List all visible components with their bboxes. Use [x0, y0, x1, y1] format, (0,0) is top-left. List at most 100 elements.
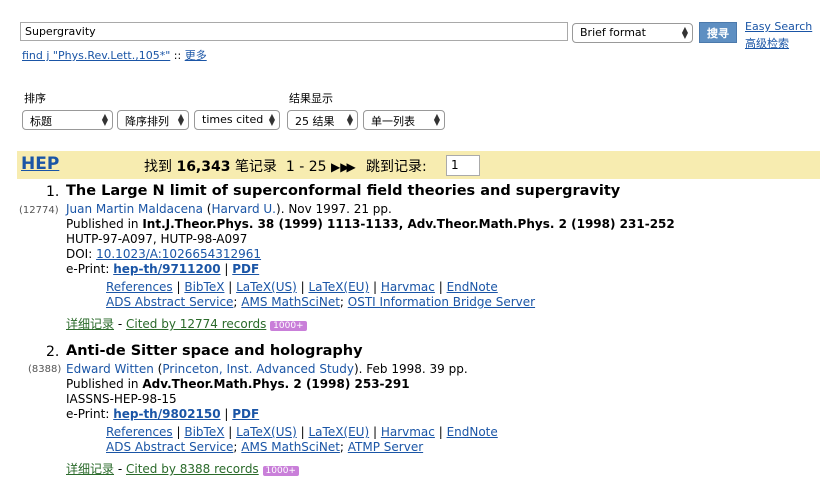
results-total: 16,343: [176, 159, 231, 175]
eprint-link[interactable]: hep-th/9711200: [113, 262, 220, 276]
eprint-line: e-Print: hep-th/9802150 | PDF: [66, 407, 260, 421]
record-number: 1.: [46, 184, 60, 200]
affiliation-link[interactable]: Princeton, Inst. Advanced Study: [162, 362, 354, 376]
eprint-line: e-Print: hep-th/9711200 | PDF: [66, 262, 260, 276]
results-range: 1 - 25: [285, 159, 327, 175]
select-arrows-icon: ▲ ▼: [681, 25, 688, 40]
rank-select[interactable]: times cited ▲ ▼: [194, 110, 280, 130]
published-line: Published in Int.J.Theor.Phys. 38 (1999)…: [66, 217, 675, 231]
select-arrows-icon: ▲ ▼: [177, 112, 184, 127]
select-arrows-icon: ▲ ▼: [433, 112, 440, 127]
eprint-link[interactable]: hep-th/9802150: [113, 407, 220, 421]
references-link[interactable]: References: [106, 280, 173, 294]
eprint-label: e-Print:: [66, 407, 114, 421]
citation-count: (8388): [28, 364, 62, 375]
select-arrows-icon: ▲ ▼: [268, 112, 275, 127]
external-links: ADS Abstract Service; AMS MathSciNet; OS…: [106, 295, 536, 309]
record-footer: 详细记录 - Cited by 12774 records 1000+: [66, 315, 307, 332]
published-value: Adv.Theor.Math.Phys. 2 (1998) 253-291: [142, 377, 410, 391]
record-title: Anti-de Sitter space and holography: [66, 343, 363, 359]
sort-order-select[interactable]: 降序排列 ▲ ▼: [117, 110, 189, 130]
latex-eu-link[interactable]: LaTeX(EU): [308, 425, 369, 439]
cited-by-link[interactable]: Cited by 8388 records: [126, 462, 259, 476]
harvmac-link[interactable]: Harvmac: [381, 425, 435, 439]
ads-link[interactable]: ADS Abstract Service: [106, 440, 233, 454]
citation-badge: 1000+: [270, 321, 307, 331]
record-author-line: Juan Martin Maldacena (Harvard U.). Nov …: [66, 202, 392, 216]
doi-label: DOI:: [66, 247, 97, 261]
more-link[interactable]: 更多: [185, 49, 207, 62]
query-line: find j "Phys.Rev.Lett.,105*" :: 更多: [22, 47, 207, 63]
query-separator: ::: [173, 49, 182, 62]
doi-link[interactable]: 10.1023/A:1026654312961: [96, 247, 261, 261]
format-select-value: Brief format: [580, 26, 646, 39]
search-input[interactable]: Supergravity: [20, 22, 568, 41]
published-prefix: Published in: [66, 377, 143, 391]
jump-input[interactable]: 1: [446, 155, 480, 176]
advanced-search-link[interactable]: 高级检索: [745, 35, 789, 51]
affiliation-link[interactable]: Harvard U.: [211, 202, 276, 216]
endnote-link[interactable]: EndNote: [447, 425, 498, 439]
pdf-link[interactable]: PDF: [232, 407, 259, 421]
harvmac-link[interactable]: Harvmac: [381, 280, 435, 294]
report-number: IASSNS-HEP-98-15: [66, 392, 177, 406]
sort-field-select[interactable]: 标题 ▲ ▼: [22, 110, 113, 130]
view-value: 单一列表: [371, 115, 415, 128]
references-link[interactable]: References: [106, 425, 173, 439]
record-footer: 详细记录 - Cited by 8388 records 1000+: [66, 460, 299, 477]
records-word: 笔记录: [234, 159, 277, 175]
report-number: HUTP-97-A097, HUTP-98-A097: [66, 232, 248, 246]
detailed-record-link[interactable]: 详细记录: [66, 462, 114, 476]
osti-link[interactable]: OSTI Information Bridge Server: [348, 295, 535, 309]
view-select[interactable]: 单一列表 ▲ ▼: [363, 110, 445, 130]
author-link[interactable]: Juan Martin Maldacena: [66, 202, 203, 216]
record-author-line: Edward Witten (Princeton, Inst. Advanced…: [66, 362, 468, 376]
last-page-icon[interactable]: ▶▶: [340, 160, 356, 174]
bibtex-link[interactable]: BibTeX: [184, 280, 224, 294]
detailed-record-link[interactable]: 详细记录: [66, 317, 114, 331]
per-page-value: 25 结果: [295, 115, 335, 128]
date-pages: . Nov 1997. 21 pp.: [280, 202, 392, 216]
select-arrows-icon: ▲ ▼: [346, 112, 353, 127]
date-pages: . Feb 1998. 39 pp.: [358, 362, 468, 376]
author-link[interactable]: Edward Witten: [66, 362, 154, 376]
latex-eu-link[interactable]: LaTeX(EU): [308, 280, 369, 294]
search-button[interactable]: 搜寻: [699, 22, 737, 43]
ads-link[interactable]: ADS Abstract Service: [106, 295, 233, 309]
export-links: References | BibTeX | LaTeX(US) | LaTeX(…: [106, 280, 498, 294]
format-select[interactable]: Brief format ▲ ▼: [572, 23, 693, 43]
published-prefix: Published in: [66, 217, 143, 231]
mathscinet-link[interactable]: AMS MathSciNet: [241, 295, 340, 309]
next-page-icon[interactable]: ▶: [331, 160, 340, 174]
found-prefix: 找到: [144, 159, 172, 175]
mathscinet-link[interactable]: AMS MathSciNet: [241, 440, 340, 454]
eprint-label: e-Print:: [66, 262, 114, 276]
doi-line: DOI: 10.1023/A:1026654312961: [66, 247, 261, 261]
latex-us-link[interactable]: LaTeX(US): [236, 425, 297, 439]
record-title: The Large N limit of superconformal fiel…: [66, 183, 621, 199]
query-link[interactable]: find j "Phys.Rev.Lett.,105*": [22, 49, 170, 62]
easy-search-link[interactable]: Easy Search: [745, 20, 812, 33]
latex-us-link[interactable]: LaTeX(US): [236, 280, 297, 294]
collection-link[interactable]: HEP: [21, 154, 59, 174]
published-line: Published in Adv.Theor.Math.Phys. 2 (199…: [66, 377, 410, 391]
jump-label: 跳到记录:: [366, 159, 427, 175]
export-links: References | BibTeX | LaTeX(US) | LaTeX(…: [106, 425, 498, 439]
display-label: 结果显示: [289, 92, 333, 105]
sort-label: 排序: [24, 92, 46, 105]
endnote-link[interactable]: EndNote: [447, 280, 498, 294]
published-value: Int.J.Theor.Phys. 38 (1999) 1113-1133, A…: [142, 217, 675, 231]
external-links: ADS Abstract Service; AMS MathSciNet; AT…: [106, 440, 424, 454]
atmp-link[interactable]: ATMP Server: [348, 440, 423, 454]
citation-count: (12774): [19, 205, 59, 216]
sort-field-value: 标题: [30, 115, 52, 128]
sort-order-value: 降序排列: [125, 115, 169, 128]
per-page-select[interactable]: 25 结果 ▲ ▼: [287, 110, 358, 130]
rank-value: times cited: [202, 113, 264, 126]
bibtex-link[interactable]: BibTeX: [184, 425, 224, 439]
record-number: 2.: [46, 344, 60, 360]
pdf-link[interactable]: PDF: [232, 262, 259, 276]
select-arrows-icon: ▲ ▼: [101, 112, 108, 127]
results-summary: 找到 16,343 笔记录 1 - 25 ▶▶▶ 跳到记录:: [144, 156, 427, 176]
cited-by-link[interactable]: Cited by 12774 records: [126, 317, 266, 331]
